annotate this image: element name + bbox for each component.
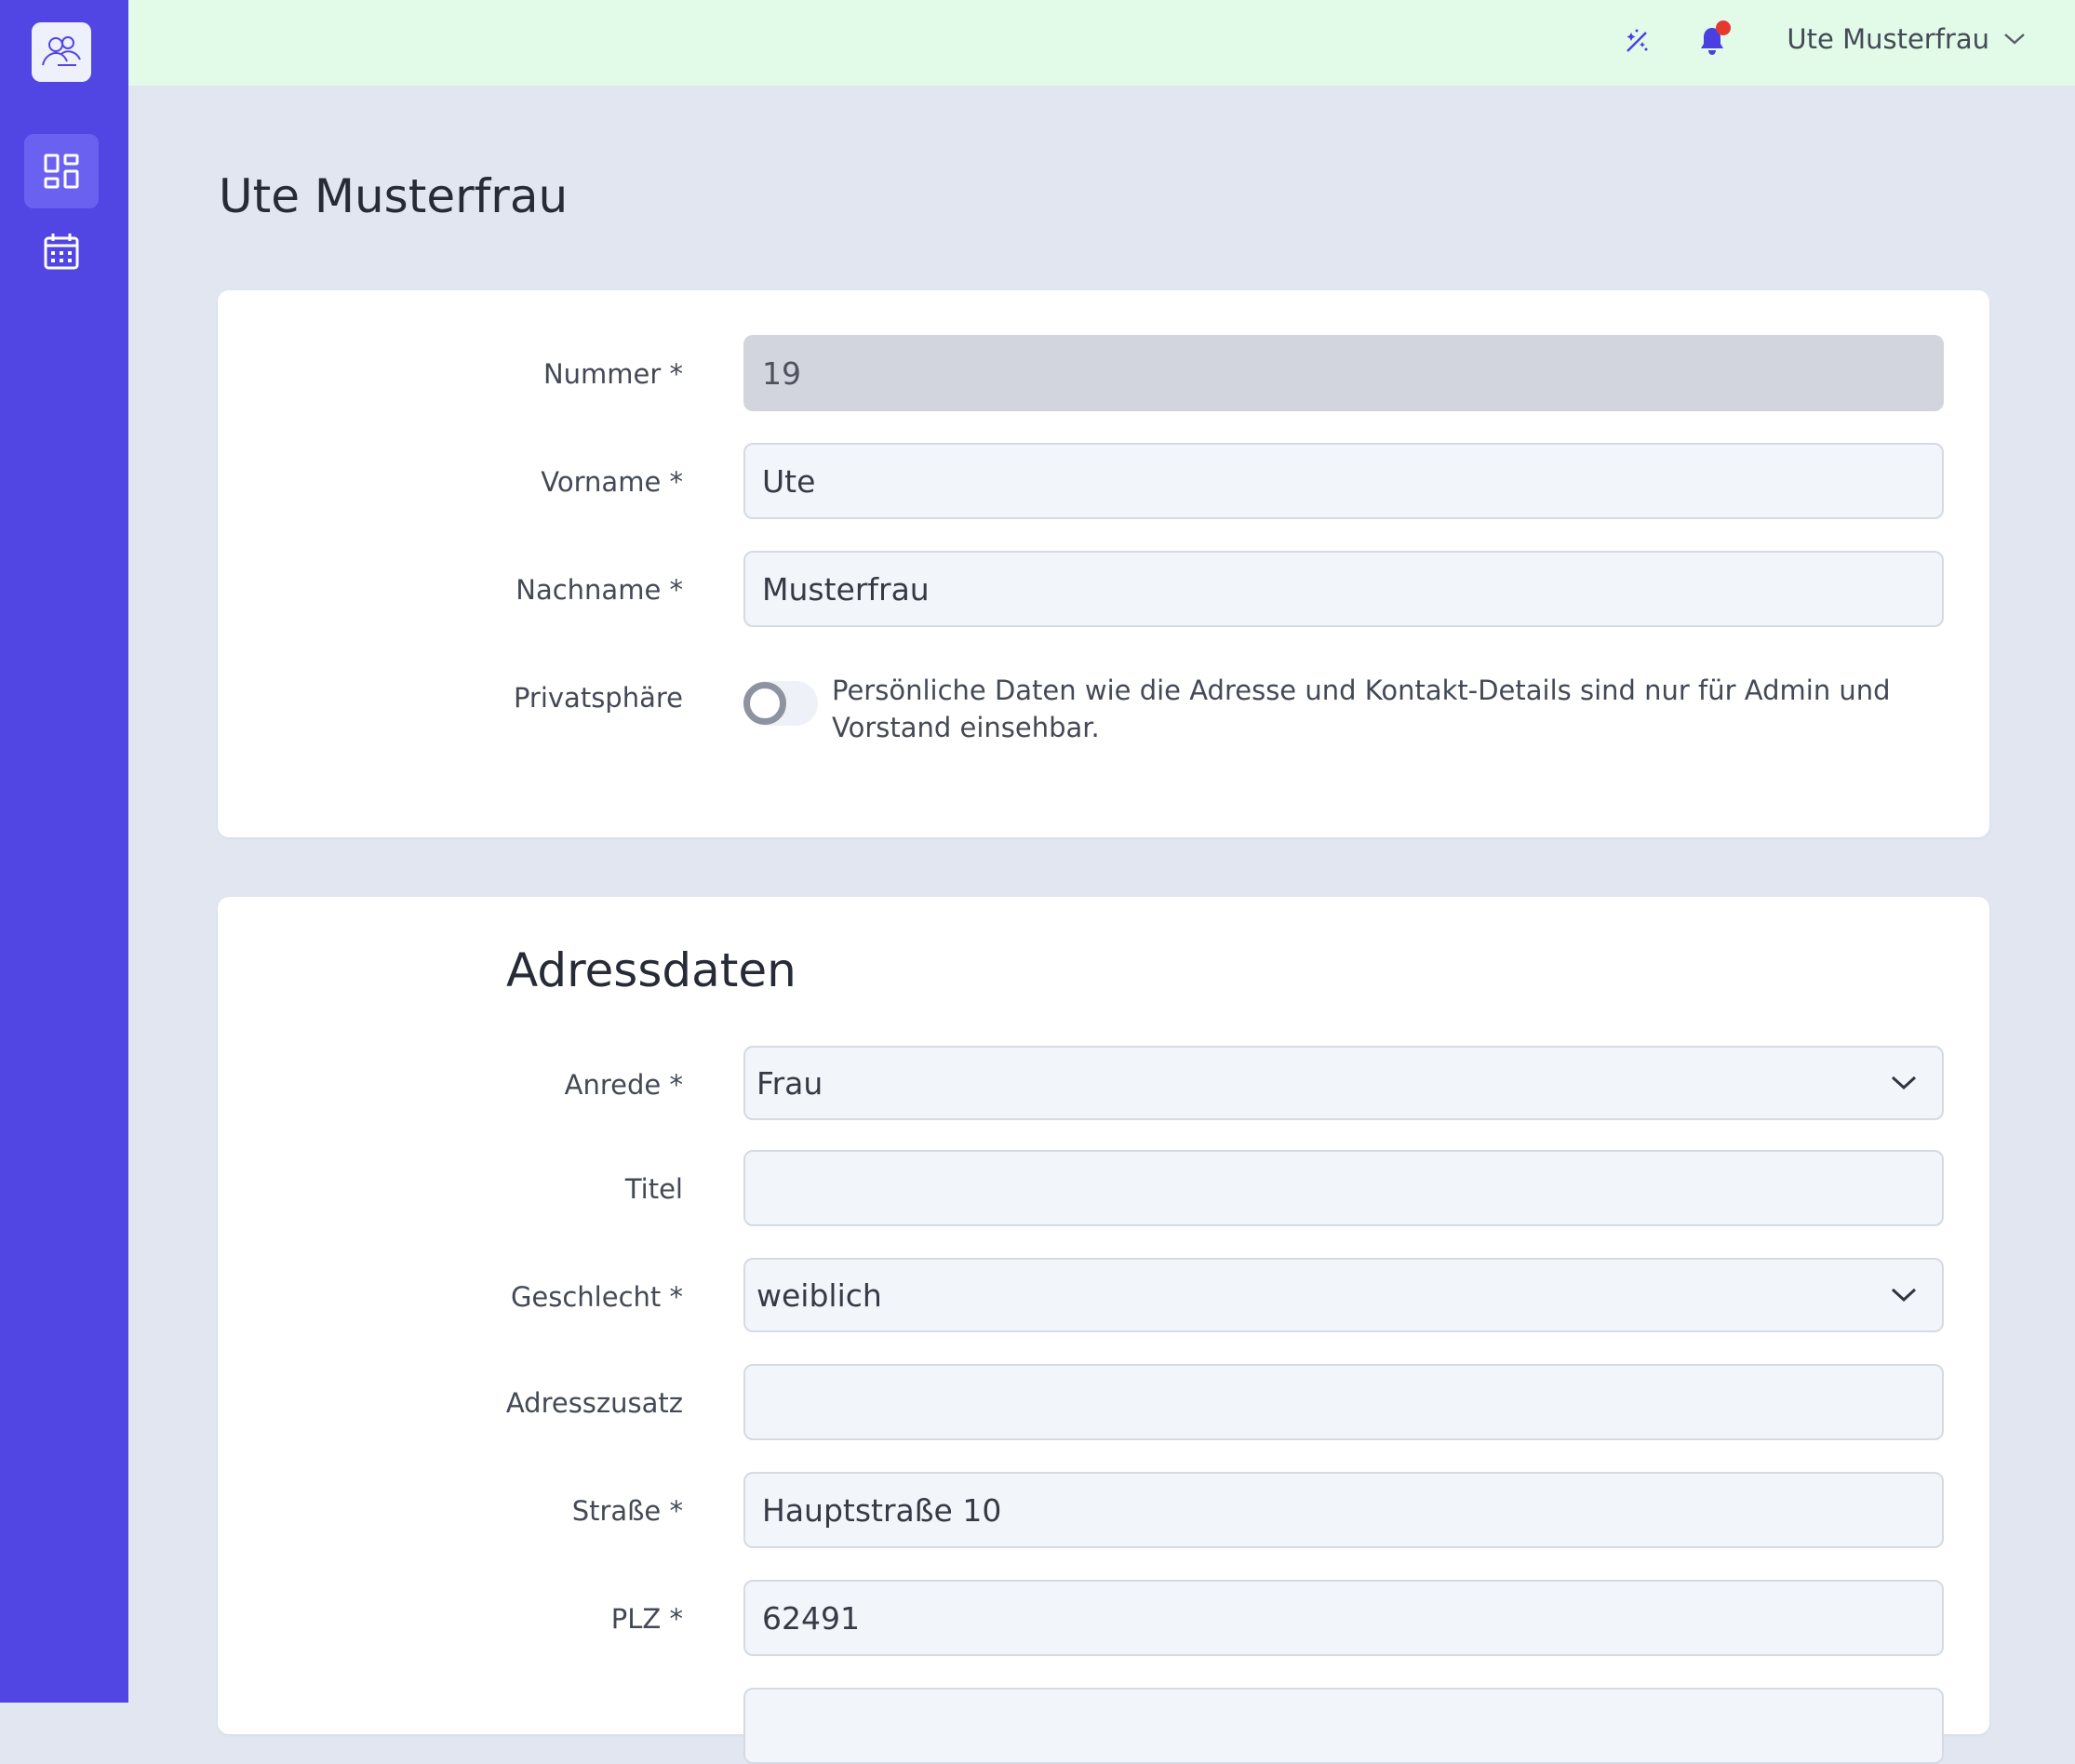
nachname-field[interactable] [743,551,1944,627]
anrede-value: Frau [756,1064,823,1102]
adresszusatz-field[interactable] [743,1364,1944,1440]
anrede-label: Anrede * [564,1069,683,1101]
magic-wand-icon [1627,29,1648,52]
nummer-label: Nummer * [542,358,683,390]
user-menu[interactable]: Ute Musterfrau [1787,19,2027,60]
titel-label: Titel [624,1173,683,1205]
titel-field[interactable] [743,1150,1944,1226]
geschlecht-label: Geschlecht * [510,1281,683,1313]
sidebar-item-calendar[interactable] [24,214,99,288]
plz-label: PLZ * [610,1603,683,1635]
adresszusatz-label: Adresszusatz [505,1387,683,1419]
privacy-label: Privatsphäre [513,682,683,714]
user-name: Ute Musterfrau [1787,23,1989,55]
plz-field[interactable] [743,1580,1944,1656]
next-field-partial[interactable] [743,1688,1944,1764]
notifications-button[interactable] [1692,20,1733,61]
geschlecht-select[interactable]: weiblich [743,1258,1944,1332]
nummer-field [743,335,1944,411]
users-logo-icon [42,36,81,66]
person-card: Nummer * Vorname * Nachname * Privatsphä… [218,290,1989,837]
privacy-toggle[interactable] [743,681,818,726]
nachname-label: Nachname * [515,574,683,606]
sidebar-item-dashboard[interactable] [24,134,99,208]
privacy-description: Persönliche Daten wie die Adresse und Ko… [832,675,1891,743]
magic-button[interactable] [1617,20,1658,61]
notification-badge [1716,20,1731,35]
anrede-select[interactable]: Frau [743,1046,1944,1120]
strasse-label: Straße * [571,1495,683,1527]
app-logo[interactable] [32,22,91,82]
sidebar [0,0,128,1703]
calendar-icon [44,234,79,270]
chevron-down-icon [1891,1288,1917,1303]
vorname-label: Vorname * [541,466,683,498]
address-card: Adressdaten Anrede * Frau Titel Geschlec… [218,897,1989,1764]
strasse-field[interactable] [743,1472,1944,1548]
section-title-adressdaten: Adressdaten [506,943,797,997]
dashboard-icon [44,154,79,189]
chevron-down-icon [2004,33,2025,45]
chevron-down-icon [1891,1076,1917,1090]
geschlecht-value: weiblich [756,1276,882,1314]
page-title: Ute Musterfrau [219,169,569,223]
toggle-knob [743,682,786,725]
top-bar: Ute Musterfrau [128,0,2075,86]
vorname-field[interactable] [743,443,1944,519]
